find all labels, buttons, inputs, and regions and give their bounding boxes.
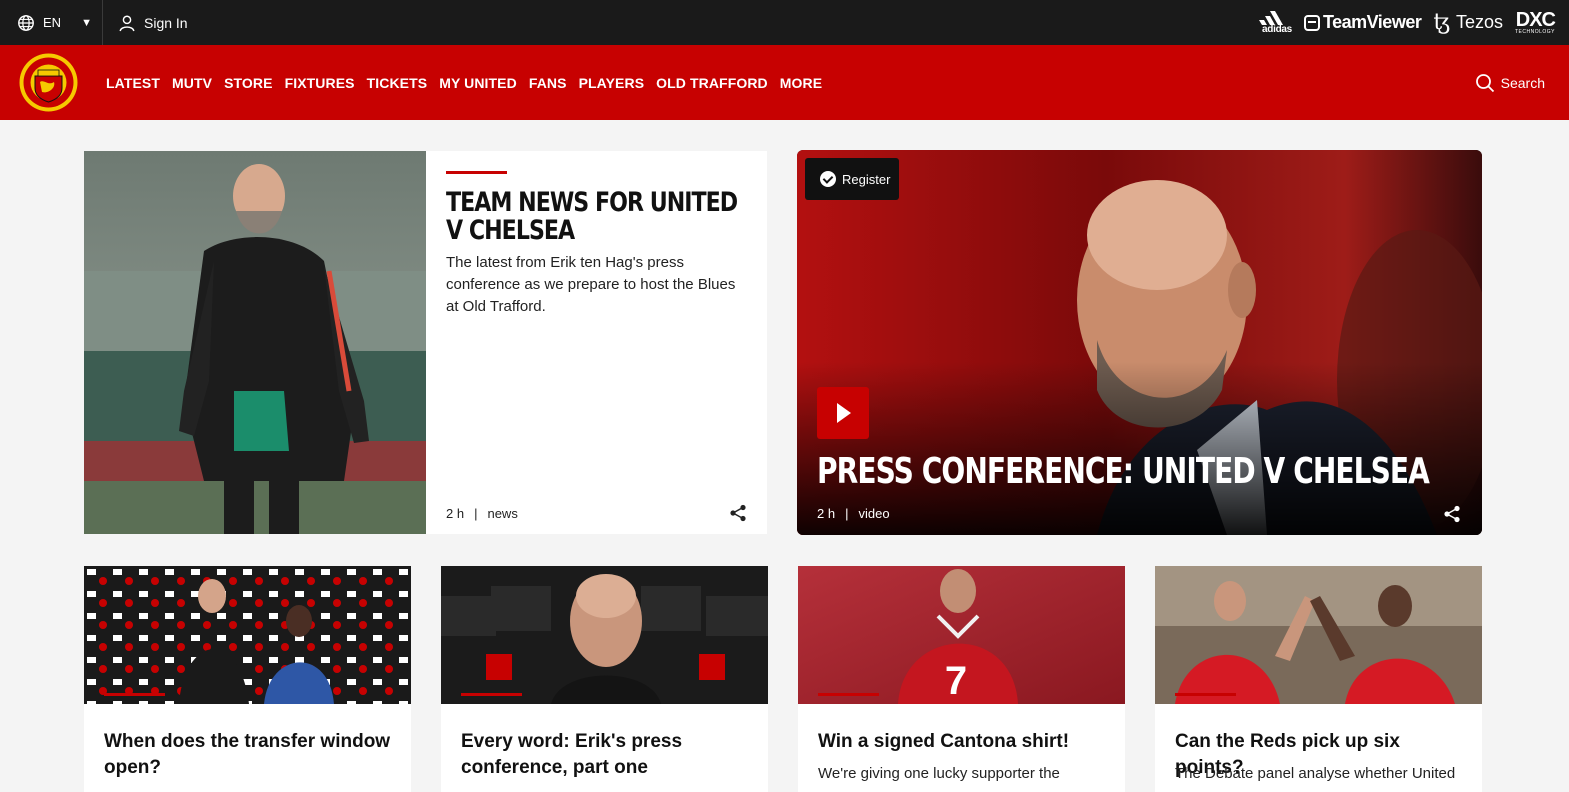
user-icon bbox=[119, 15, 135, 31]
meta-separator: | bbox=[474, 506, 478, 521]
news-card[interactable]: When does the transfer window open? bbox=[84, 566, 411, 792]
chevron-down-icon[interactable]: ▼ bbox=[81, 17, 92, 29]
accent-line bbox=[1175, 693, 1236, 696]
share-icon[interactable] bbox=[1443, 505, 1461, 523]
register-button[interactable]: Register bbox=[805, 158, 899, 200]
news-card[interactable]: Can the Reds pick up six points? The Deb… bbox=[1155, 566, 1482, 792]
tezos-wordmark: Tezos bbox=[1455, 12, 1503, 32]
news-card-subtitle: The Debate panel analyse whether United bbox=[1175, 765, 1456, 782]
news-card[interactable]: Every word: Erik's press conference, par… bbox=[441, 566, 768, 792]
adidas-stripes-icon bbox=[1258, 10, 1283, 25]
nav-item-fans[interactable]: FANS bbox=[529, 75, 567, 91]
news-card-image[interactable]: 7 bbox=[798, 566, 1125, 704]
manager-training-photo bbox=[84, 151, 426, 534]
nav-item-mutv[interactable]: MUTV bbox=[172, 75, 212, 91]
video-feature-card[interactable]: Register PRESS CONFERENCE: UNITED V CHEL… bbox=[797, 150, 1482, 535]
share-icon[interactable] bbox=[729, 504, 747, 522]
nav-item-old-trafford[interactable]: OLD TRAFFORD bbox=[656, 75, 768, 91]
club-crest-icon[interactable] bbox=[18, 52, 79, 113]
feature-news-body: TEAM NEWS FOR UNITED V CHELSEA The lates… bbox=[446, 151, 751, 534]
nav-links: LATEST MUTV STORE FIXTURES TICKETS MY UN… bbox=[106, 45, 822, 120]
nav-item-latest[interactable]: LATEST bbox=[106, 75, 160, 91]
cantona-shirt-photo: 7 bbox=[798, 566, 1125, 704]
teamviewer-wordmark: TeamViewer bbox=[1322, 12, 1422, 32]
sign-in-link[interactable]: Sign In bbox=[118, 0, 188, 45]
nav-item-players[interactable]: PLAYERS bbox=[579, 75, 645, 91]
sign-in-label: Sign In bbox=[144, 14, 188, 31]
accent-line bbox=[818, 693, 879, 696]
language-selector[interactable]: EN ▼ bbox=[0, 0, 103, 45]
feature-news-card[interactable]: TEAM NEWS FOR UNITED V CHELSEA The lates… bbox=[84, 151, 767, 534]
signing-photo bbox=[84, 566, 411, 704]
video-headline[interactable]: PRESS CONFERENCE: UNITED V CHELSEA bbox=[817, 452, 1430, 492]
globe-icon bbox=[18, 14, 34, 31]
teamviewer-icon bbox=[1303, 14, 1320, 31]
teamviewer-logo[interactable]: TeamViewer bbox=[1303, 12, 1422, 33]
check-badge-icon bbox=[820, 171, 836, 187]
news-card-image[interactable] bbox=[441, 566, 768, 704]
press-conference-photo bbox=[441, 566, 768, 704]
language-code: EN bbox=[43, 15, 62, 30]
news-card-title[interactable]: When does the transfer window open? bbox=[104, 729, 394, 781]
nav-item-store[interactable]: STORE bbox=[224, 75, 272, 91]
accent-line bbox=[446, 171, 507, 174]
adidas-logo[interactable]: adidas bbox=[1258, 10, 1292, 35]
category-label: video bbox=[858, 506, 890, 521]
play-button[interactable] bbox=[817, 387, 869, 439]
dxc-wordmark: DXC bbox=[1515, 8, 1556, 31]
adidas-wordmark: adidas bbox=[1262, 23, 1292, 35]
svg-text:7: 7 bbox=[945, 659, 967, 703]
timestamp: 2 h bbox=[446, 506, 465, 521]
nav-item-more[interactable]: MORE bbox=[780, 75, 822, 91]
news-card-subtitle: We're giving one lucky supporter the bbox=[818, 765, 1060, 782]
feature-news-headline[interactable]: TEAM NEWS FOR UNITED V CHELSEA bbox=[446, 189, 741, 245]
register-label: Register bbox=[842, 171, 891, 187]
news-card[interactable]: 7 Win a signed Cantona shirt! We're givi… bbox=[798, 566, 1125, 792]
dxc-subtitle: TECHNOLOGY bbox=[1514, 28, 1555, 35]
news-card-title[interactable]: Win a signed Cantona shirt! bbox=[818, 729, 1108, 755]
sponsor-logos: adidas TeamViewer ꜩ Tezos DXC TECHNOLOGY bbox=[1258, 0, 1556, 45]
search-label: Search bbox=[1500, 74, 1545, 91]
nav-item-my-united[interactable]: MY UNITED bbox=[439, 75, 517, 91]
tezos-logo[interactable]: ꜩ Tezos bbox=[1433, 10, 1503, 35]
search-button[interactable]: Search bbox=[1475, 45, 1545, 120]
nav-item-tickets[interactable]: TICKETS bbox=[367, 75, 428, 91]
category-label: news bbox=[487, 506, 518, 521]
top-utility-bar: EN ▼ Sign In adidas TeamViewer ꜩ Tezos D… bbox=[0, 0, 1569, 45]
feature-news-description: The latest from Erik ten Hag's press con… bbox=[446, 254, 736, 315]
video-meta: 2 h | video bbox=[817, 506, 890, 521]
main-navigation: LATEST MUTV STORE FIXTURES TICKETS MY UN… bbox=[0, 45, 1569, 120]
news-card-image[interactable] bbox=[1155, 566, 1482, 704]
timestamp: 2 h bbox=[817, 506, 836, 521]
nav-item-fixtures[interactable]: FIXTURES bbox=[285, 75, 355, 91]
search-icon bbox=[1475, 73, 1494, 92]
feature-news-image[interactable] bbox=[84, 151, 426, 534]
tezos-icon: ꜩ bbox=[1433, 10, 1450, 35]
accent-line bbox=[461, 693, 522, 696]
news-card-image[interactable] bbox=[84, 566, 411, 704]
dxc-logo[interactable]: DXC TECHNOLOGY bbox=[1514, 8, 1556, 35]
players-celebrating-photo bbox=[1155, 566, 1482, 704]
accent-line bbox=[104, 693, 165, 696]
news-card-title[interactable]: Every word: Erik's press conference, par… bbox=[461, 729, 751, 781]
meta-separator: | bbox=[845, 506, 849, 521]
feature-news-meta: 2 h | news bbox=[446, 506, 518, 521]
